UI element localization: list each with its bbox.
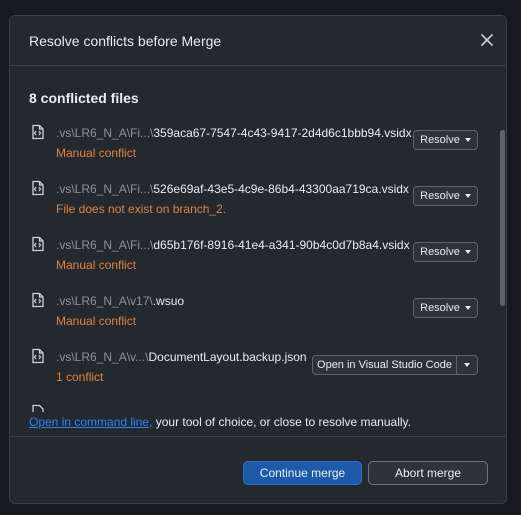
dialog-footer: Continue merge Abort merge	[10, 436, 506, 503]
conflicted-file-list[interactable]: .vs\LR6_N_A\Fi...\359aca67-7547-4c43-941…	[10, 122, 506, 412]
open-in-vscode-button[interactable]: Open in Visual Studio Code	[313, 356, 457, 374]
dialog-title: Resolve conflicts before Merge	[29, 33, 222, 49]
list-item: .vs\LR6_N_A\Fi...\d65b176f-8916-41e4-a34…	[10, 234, 506, 290]
list-item: .vs\LR6_N_A\v17\.wsuo Manual conflict Re…	[10, 290, 506, 346]
caret-down-icon	[464, 250, 471, 254]
file-path: .vs\LR6_N_A\v...\DocumentLayout.backup.j…	[56, 350, 307, 364]
command-line-hint: Open in command line, your tool of choic…	[29, 415, 411, 429]
list-scrollbar[interactable]	[500, 130, 505, 306]
file-path: .vs\LR6_N_A\Fi...\d65b176f-8916-41e4-a34…	[56, 238, 410, 252]
dialog-header: Resolve conflicts before Merge	[10, 16, 506, 66]
caret-down-icon	[464, 363, 470, 367]
conflict-status: 1 conflict	[56, 370, 104, 384]
resolve-button[interactable]: Resolve	[413, 130, 478, 150]
file-diff-icon	[30, 348, 46, 364]
resolve-button[interactable]: Resolve	[413, 298, 478, 318]
list-item: .vs\LR6_N_A\Fi...\359aca67-7547-4c43-941…	[10, 122, 506, 178]
file-path: .vs\LR6_N_A\Fi...\359aca67-7547-4c43-941…	[56, 126, 412, 140]
caret-down-icon	[464, 306, 471, 310]
list-item: .vs\LR6_N_A\v...\DocumentLayout.backup.j…	[10, 346, 506, 402]
abort-merge-button[interactable]: Abort merge	[368, 461, 488, 485]
list-item: .vs\LR6_N_A\Fi...\526e69af-43e5-4c9e-86b…	[10, 178, 506, 234]
continue-merge-button[interactable]: Continue merge	[243, 461, 362, 485]
file-diff-icon	[30, 404, 46, 412]
resolve-conflicts-dialog: Resolve conflicts before Merge 8 conflic…	[9, 15, 507, 504]
conflict-status: Manual conflict	[56, 146, 137, 160]
resolve-button[interactable]: Resolve	[413, 186, 478, 206]
conflicted-files-count: 8 conflicted files	[29, 90, 139, 106]
command-line-hint-text: your tool of choice, or close to resolve…	[152, 415, 411, 429]
caret-down-icon	[464, 138, 471, 142]
editor-options-dropdown[interactable]	[457, 356, 477, 374]
file-path: .vs\LR6_N_A\v17\.wsuo	[56, 294, 185, 308]
conflict-status: Manual conflict	[56, 314, 137, 328]
open-in-command-line-link[interactable]: Open in command line,	[29, 415, 152, 429]
dialog-body: 8 conflicted files .vs\LR6_N_A\Fi...\359…	[10, 66, 506, 436]
caret-down-icon	[464, 194, 471, 198]
open-in-editor-split-button[interactable]: Open in Visual Studio Code	[312, 355, 478, 375]
file-path: .vs\LR6_N_A\Fi...\526e69af-43e5-4c9e-86b…	[56, 182, 409, 196]
list-item-partial	[10, 402, 506, 412]
file-diff-icon	[30, 236, 46, 252]
close-icon[interactable]	[478, 31, 496, 49]
file-diff-icon	[30, 180, 46, 196]
resolve-button[interactable]: Resolve	[413, 242, 478, 262]
file-diff-icon	[30, 292, 46, 308]
file-diff-icon	[30, 124, 46, 140]
conflict-status: File does not exist on branch_2.	[56, 202, 227, 216]
conflict-status: Manual conflict	[56, 258, 137, 272]
